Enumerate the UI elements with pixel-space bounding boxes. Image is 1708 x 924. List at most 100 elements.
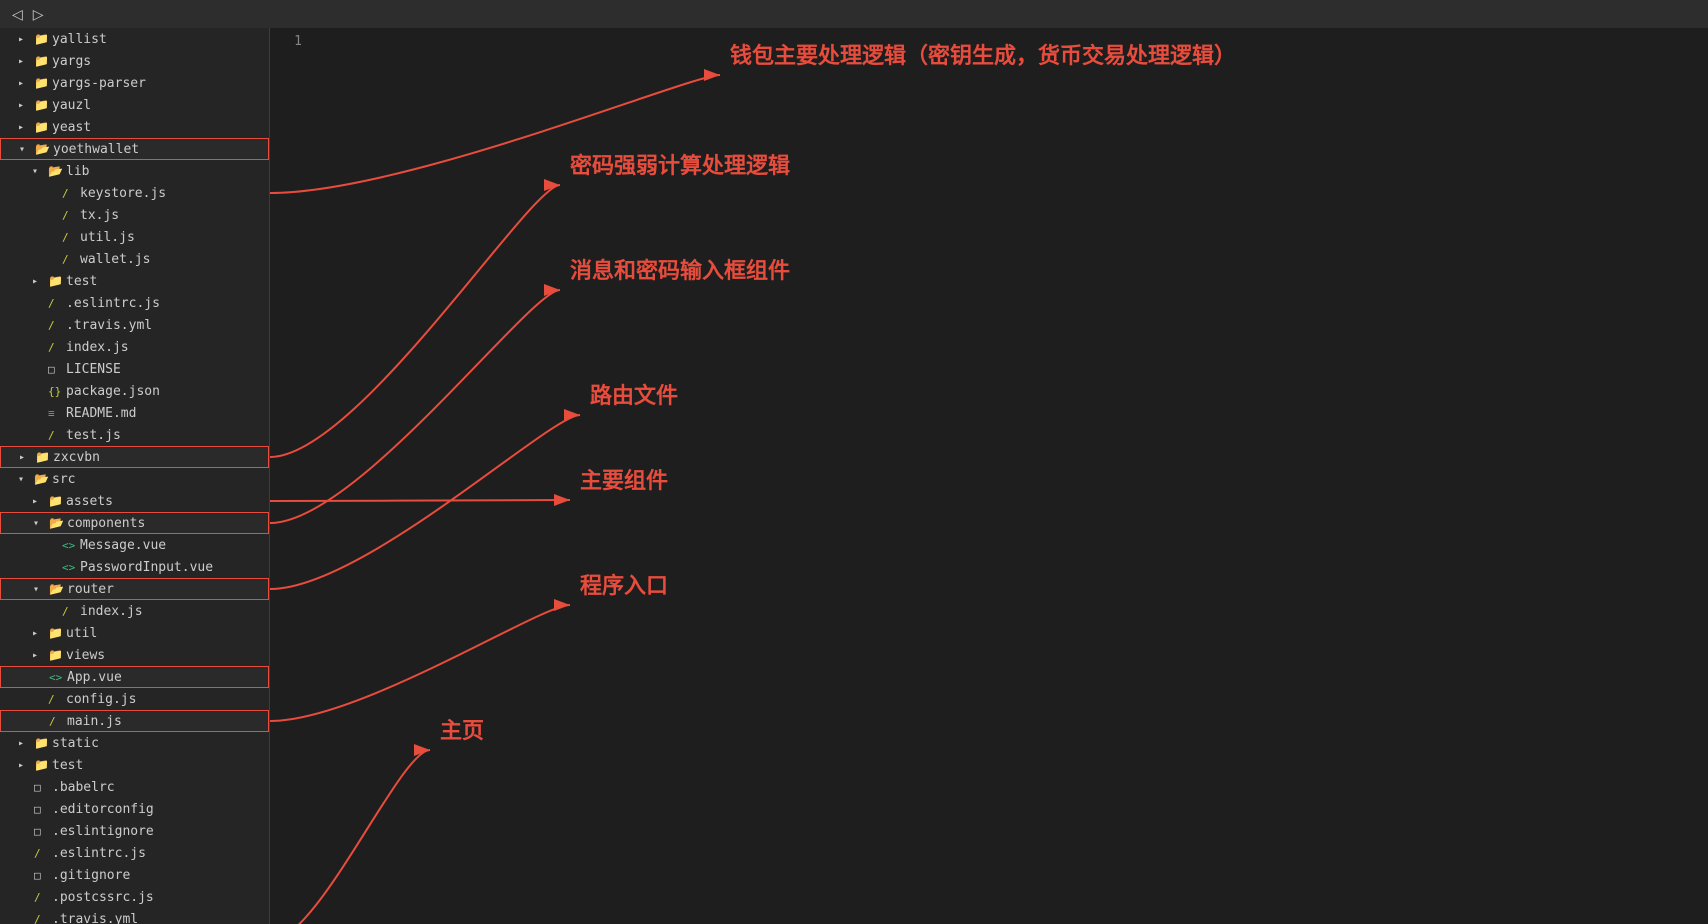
item-label: README.md: [66, 406, 269, 421]
tree-item-yargs[interactable]: ▸📁yargs: [0, 50, 269, 72]
tree-item-license[interactable]: □LICENSE: [0, 358, 269, 380]
tree-item-util[interactable]: ▸📁util: [0, 622, 269, 644]
tree-item-util-js[interactable]: /util.js: [0, 226, 269, 248]
item-label: test.js: [66, 428, 269, 443]
folder-icon: 📁: [35, 450, 53, 464]
tree-item-yargs-parser[interactable]: ▸📁yargs-parser: [0, 72, 269, 94]
editor-area: 1 钱包主要处理逻辑（密钥生成，货币交易处理逻辑）密码强弱计算处理逻辑消息和密码…: [270, 28, 1708, 924]
file-icon: /: [48, 341, 66, 354]
file-icon: □: [48, 363, 66, 376]
tree-item-components[interactable]: ▾📂components: [0, 512, 269, 534]
tree-item-views[interactable]: ▸📁views: [0, 644, 269, 666]
tree-item-gitignore[interactable]: □.gitignore: [0, 864, 269, 886]
file-icon: /: [34, 913, 52, 924]
tree-item-eslintignore[interactable]: □.eslintignore: [0, 820, 269, 842]
tree-item-postcssrc-js[interactable]: /.postcssrc.js: [0, 886, 269, 908]
tree-item-assets[interactable]: ▸📁assets: [0, 490, 269, 512]
item-label: .eslintrc.js: [52, 846, 269, 861]
tree-item-yallist[interactable]: ▸📁yallist: [0, 28, 269, 50]
file-icon: /: [49, 715, 67, 728]
file-icon: {}: [48, 385, 66, 398]
tree-item-index-js[interactable]: /index.js: [0, 336, 269, 358]
folder-icon: 📁: [48, 494, 66, 508]
folder-icon: 📂: [49, 582, 67, 596]
file-icon: /: [48, 693, 66, 706]
file-icon: <>: [49, 671, 67, 684]
tree-item-yoethwallet[interactable]: ▾📂yoethwallet: [0, 138, 269, 160]
main-layout: ▸📁yallist▸📁yargs▸📁yargs-parser▸📁yauzl▸📁y…: [0, 28, 1708, 924]
tree-item-eslintrc-root[interactable]: /.eslintrc.js: [0, 842, 269, 864]
tree-item-src[interactable]: ▾📂src: [0, 468, 269, 490]
tree-item-wallet-js[interactable]: /wallet.js: [0, 248, 269, 270]
item-label: .eslintignore: [52, 824, 269, 839]
item-label: .gitignore: [52, 868, 269, 883]
chevron-icon: ▸: [18, 738, 34, 749]
back-button[interactable]: ◁: [8, 7, 27, 21]
file-icon: ≡: [48, 407, 66, 420]
file-icon: □: [34, 869, 52, 882]
tree-item-readme-md[interactable]: ≡README.md: [0, 402, 269, 424]
tree-item-package-json[interactable]: {}package.json: [0, 380, 269, 402]
tree-item-eslintrc-js[interactable]: /.eslintrc.js: [0, 292, 269, 314]
folder-icon: 📁: [34, 736, 52, 750]
tree-item-test[interactable]: ▸📁test: [0, 270, 269, 292]
file-icon: /: [34, 891, 52, 904]
item-label: index.js: [66, 340, 269, 355]
tree-item-test-root[interactable]: ▸📁test: [0, 754, 269, 776]
item-label: .travis.yml: [52, 912, 269, 924]
tree-item-static[interactable]: ▸📁static: [0, 732, 269, 754]
folder-icon: 📁: [34, 32, 52, 46]
folder-icon: 📂: [34, 472, 52, 486]
tree-item-editorconfig[interactable]: □.editorconfig: [0, 798, 269, 820]
tree-item-babelrc[interactable]: □.babelrc: [0, 776, 269, 798]
folder-icon: 📂: [48, 164, 66, 178]
item-label: Message.vue: [80, 538, 269, 553]
annotations-overlay: 钱包主要处理逻辑（密钥生成，货币交易处理逻辑）密码强弱计算处理逻辑消息和密码输入…: [270, 28, 1708, 924]
tree-item-test-js[interactable]: /test.js: [0, 424, 269, 446]
chevron-icon: ▸: [32, 628, 48, 639]
tree-item-main-js[interactable]: /main.js: [0, 710, 269, 732]
file-icon: □: [34, 825, 52, 838]
tree-item-yauzl[interactable]: ▸📁yauzl: [0, 94, 269, 116]
chevron-icon: ▸: [18, 760, 34, 771]
chevron-icon: ▸: [32, 496, 48, 507]
tree-item-travis-yml-root[interactable]: /.travis.yml: [0, 908, 269, 924]
annotation-text-2: 消息和密码输入框组件: [570, 258, 790, 283]
chevron-icon: ▸: [18, 56, 34, 67]
tree-item-lib[interactable]: ▾📂lib: [0, 160, 269, 182]
item-label: assets: [66, 494, 269, 509]
tree-item-yeast[interactable]: ▸📁yeast: [0, 116, 269, 138]
chevron-icon: ▸: [18, 78, 34, 89]
item-label: yoethwallet: [53, 142, 268, 157]
navigation-arrows[interactable]: ◁ ▷: [8, 7, 48, 21]
item-label: keystore.js: [80, 186, 269, 201]
tree-item-zxcvbn[interactable]: ▸📁zxcvbn: [0, 446, 269, 468]
tree-item-passwordinput-vue[interactable]: <>PasswordInput.vue: [0, 556, 269, 578]
tree-item-travis-yml[interactable]: /.travis.yml: [0, 314, 269, 336]
file-icon: /: [48, 429, 66, 442]
chevron-icon: ▸: [19, 452, 35, 463]
file-icon: /: [62, 187, 80, 200]
tree-item-router-index-js[interactable]: /index.js: [0, 600, 269, 622]
item-label: test: [66, 274, 269, 289]
tree-item-router[interactable]: ▾📂router: [0, 578, 269, 600]
tree-item-keystore-js[interactable]: /keystore.js: [0, 182, 269, 204]
item-label: components: [67, 516, 268, 531]
item-label: router: [67, 582, 268, 597]
item-label: util: [66, 626, 269, 641]
tree-item-tx-js[interactable]: /tx.js: [0, 204, 269, 226]
file-icon: <>: [62, 561, 80, 574]
tree-item-config-js[interactable]: /config.js: [0, 688, 269, 710]
item-label: .postcssrc.js: [52, 890, 269, 905]
item-label: util.js: [80, 230, 269, 245]
item-label: yargs-parser: [52, 76, 269, 91]
forward-button[interactable]: ▷: [29, 7, 48, 21]
tree-item-app-vue[interactable]: <>App.vue: [0, 666, 269, 688]
item-label: lib: [66, 164, 269, 179]
file-icon: /: [48, 297, 66, 310]
item-label: package.json: [66, 384, 269, 399]
chevron-icon: ▸: [32, 276, 48, 287]
tree-item-message-vue[interactable]: <>Message.vue: [0, 534, 269, 556]
file-explorer[interactable]: ▸📁yallist▸📁yargs▸📁yargs-parser▸📁yauzl▸📁y…: [0, 28, 270, 924]
annotation-text-6: 主页: [440, 718, 484, 743]
